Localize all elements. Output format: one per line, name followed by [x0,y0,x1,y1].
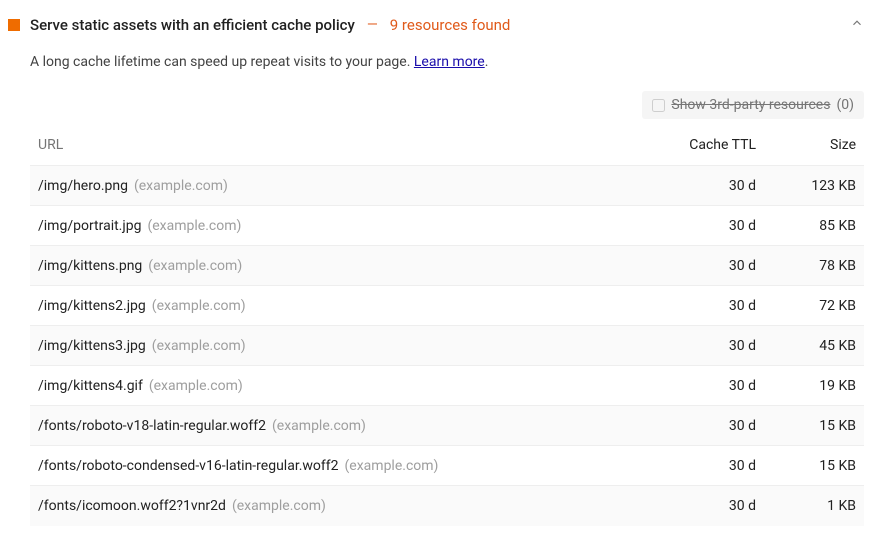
resource-path[interactable]: /img/kittens2.jpg [38,298,146,314]
resource-path[interactable]: /fonts/icomoon.woff2?1vnr2d [38,498,226,514]
resource-origin: (example.com) [272,418,366,434]
resource-path[interactable]: /img/kittens3.jpg [38,338,146,354]
chevron-up-icon[interactable] [850,16,864,34]
resource-origin: (example.com) [134,178,228,194]
audit-header[interactable]: Serve static assets with an efficient ca… [4,16,864,34]
cell-size: 19 KB [764,366,864,406]
resource-origin: (example.com) [152,338,246,354]
cell-size: 15 KB [764,406,864,446]
summary-dash: — [367,17,378,33]
table-row[interactable]: /fonts/roboto-condensed-v16-latin-regula… [30,446,864,486]
cell-url: /img/kittens.png (example.com) [30,246,644,286]
third-party-checkbox[interactable] [652,99,665,112]
cell-url: /img/kittens3.jpg (example.com) [30,326,644,366]
table-row[interactable]: /img/kittens2.jpg (example.com) 30 d72 KB [30,286,864,326]
table-header-row: URL Cache TTL Size [30,125,864,166]
cell-size: 15 KB [764,446,864,486]
cell-url: /fonts/icomoon.woff2?1vnr2d (example.com) [30,486,644,526]
cell-ttl: 30 d [644,206,764,246]
table-row[interactable]: /fonts/roboto-v18-latin-regular.woff2 (ex… [30,406,864,446]
resources-table-wrap: URL Cache TTL Size /img/hero.png (example… [4,125,864,526]
audit-summary: 9 resources found [390,16,511,34]
learn-more-link[interactable]: Learn more [414,54,485,70]
cell-ttl: 30 d [644,246,764,286]
table-row[interactable]: /img/kittens.png (example.com) 30 d78 KB [30,246,864,286]
audit-title: Serve static assets with an efficient ca… [30,16,355,34]
col-header-size[interactable]: Size [764,125,864,166]
cell-url: /img/portrait.jpg (example.com) [30,206,644,246]
resource-origin: (example.com) [148,258,242,274]
resource-origin: (example.com) [147,218,241,234]
table-row[interactable]: /img/kittens4.gif (example.com) 30 d19 KB [30,366,864,406]
cell-size: 85 KB [764,206,864,246]
cell-ttl: 30 d [644,446,764,486]
resource-path[interactable]: /fonts/roboto-v18-latin-regular.woff2 [38,418,266,434]
table-row[interactable]: /img/portrait.jpg (example.com) 30 d85 KB [30,206,864,246]
resource-path[interactable]: /img/portrait.jpg [38,218,141,234]
resources-table: URL Cache TTL Size /img/hero.png (example… [30,125,864,526]
resource-path[interactable]: /img/kittens.png [38,258,142,274]
cell-size: 78 KB [764,246,864,286]
third-party-toggle[interactable]: Show 3rd-party resources (0) [642,91,864,119]
cell-ttl: 30 d [644,486,764,526]
cell-url: /img/hero.png (example.com) [30,166,644,206]
status-chip-warn-icon [8,19,20,31]
cell-url: /fonts/roboto-condensed-v16-latin-regula… [30,446,644,486]
third-party-label: Show 3rd-party resources [671,97,830,113]
table-row[interactable]: /img/hero.png (example.com) 30 d123 KB [30,166,864,206]
resource-origin: (example.com) [345,458,439,474]
table-toolbar: Show 3rd-party resources (0) [4,91,864,119]
cell-ttl: 30 d [644,166,764,206]
resource-origin: (example.com) [149,378,243,394]
cell-url: /img/kittens2.jpg (example.com) [30,286,644,326]
third-party-count: (0) [836,97,854,113]
audit-panel: Serve static assets with an efficient ca… [0,0,880,534]
resource-path[interactable]: /img/hero.png [38,178,128,194]
table-row[interactable]: /fonts/icomoon.woff2?1vnr2d (example.com)… [30,486,864,526]
resource-origin: (example.com) [152,298,246,314]
audit-description: A long cache lifetime can speed up repea… [4,34,864,91]
table-row[interactable]: /img/kittens3.jpg (example.com) 30 d45 KB [30,326,864,366]
cell-ttl: 30 d [644,286,764,326]
description-text: A long cache lifetime can speed up repea… [30,54,414,70]
cell-ttl: 30 d [644,326,764,366]
resource-path[interactable]: /fonts/roboto-condensed-v16-latin-regula… [38,458,339,474]
cell-size: 123 KB [764,166,864,206]
cell-size: 72 KB [764,286,864,326]
cell-size: 45 KB [764,326,864,366]
cell-ttl: 30 d [644,406,764,446]
resource-path[interactable]: /img/kittens4.gif [38,378,143,394]
cell-url: /fonts/roboto-v18-latin-regular.woff2 (ex… [30,406,644,446]
col-header-url[interactable]: URL [30,125,644,166]
resource-origin: (example.com) [232,498,326,514]
cell-ttl: 30 d [644,366,764,406]
description-period: . [485,54,489,70]
col-header-ttl[interactable]: Cache TTL [644,125,764,166]
cell-url: /img/kittens4.gif (example.com) [30,366,644,406]
cell-size: 1 KB [764,486,864,526]
